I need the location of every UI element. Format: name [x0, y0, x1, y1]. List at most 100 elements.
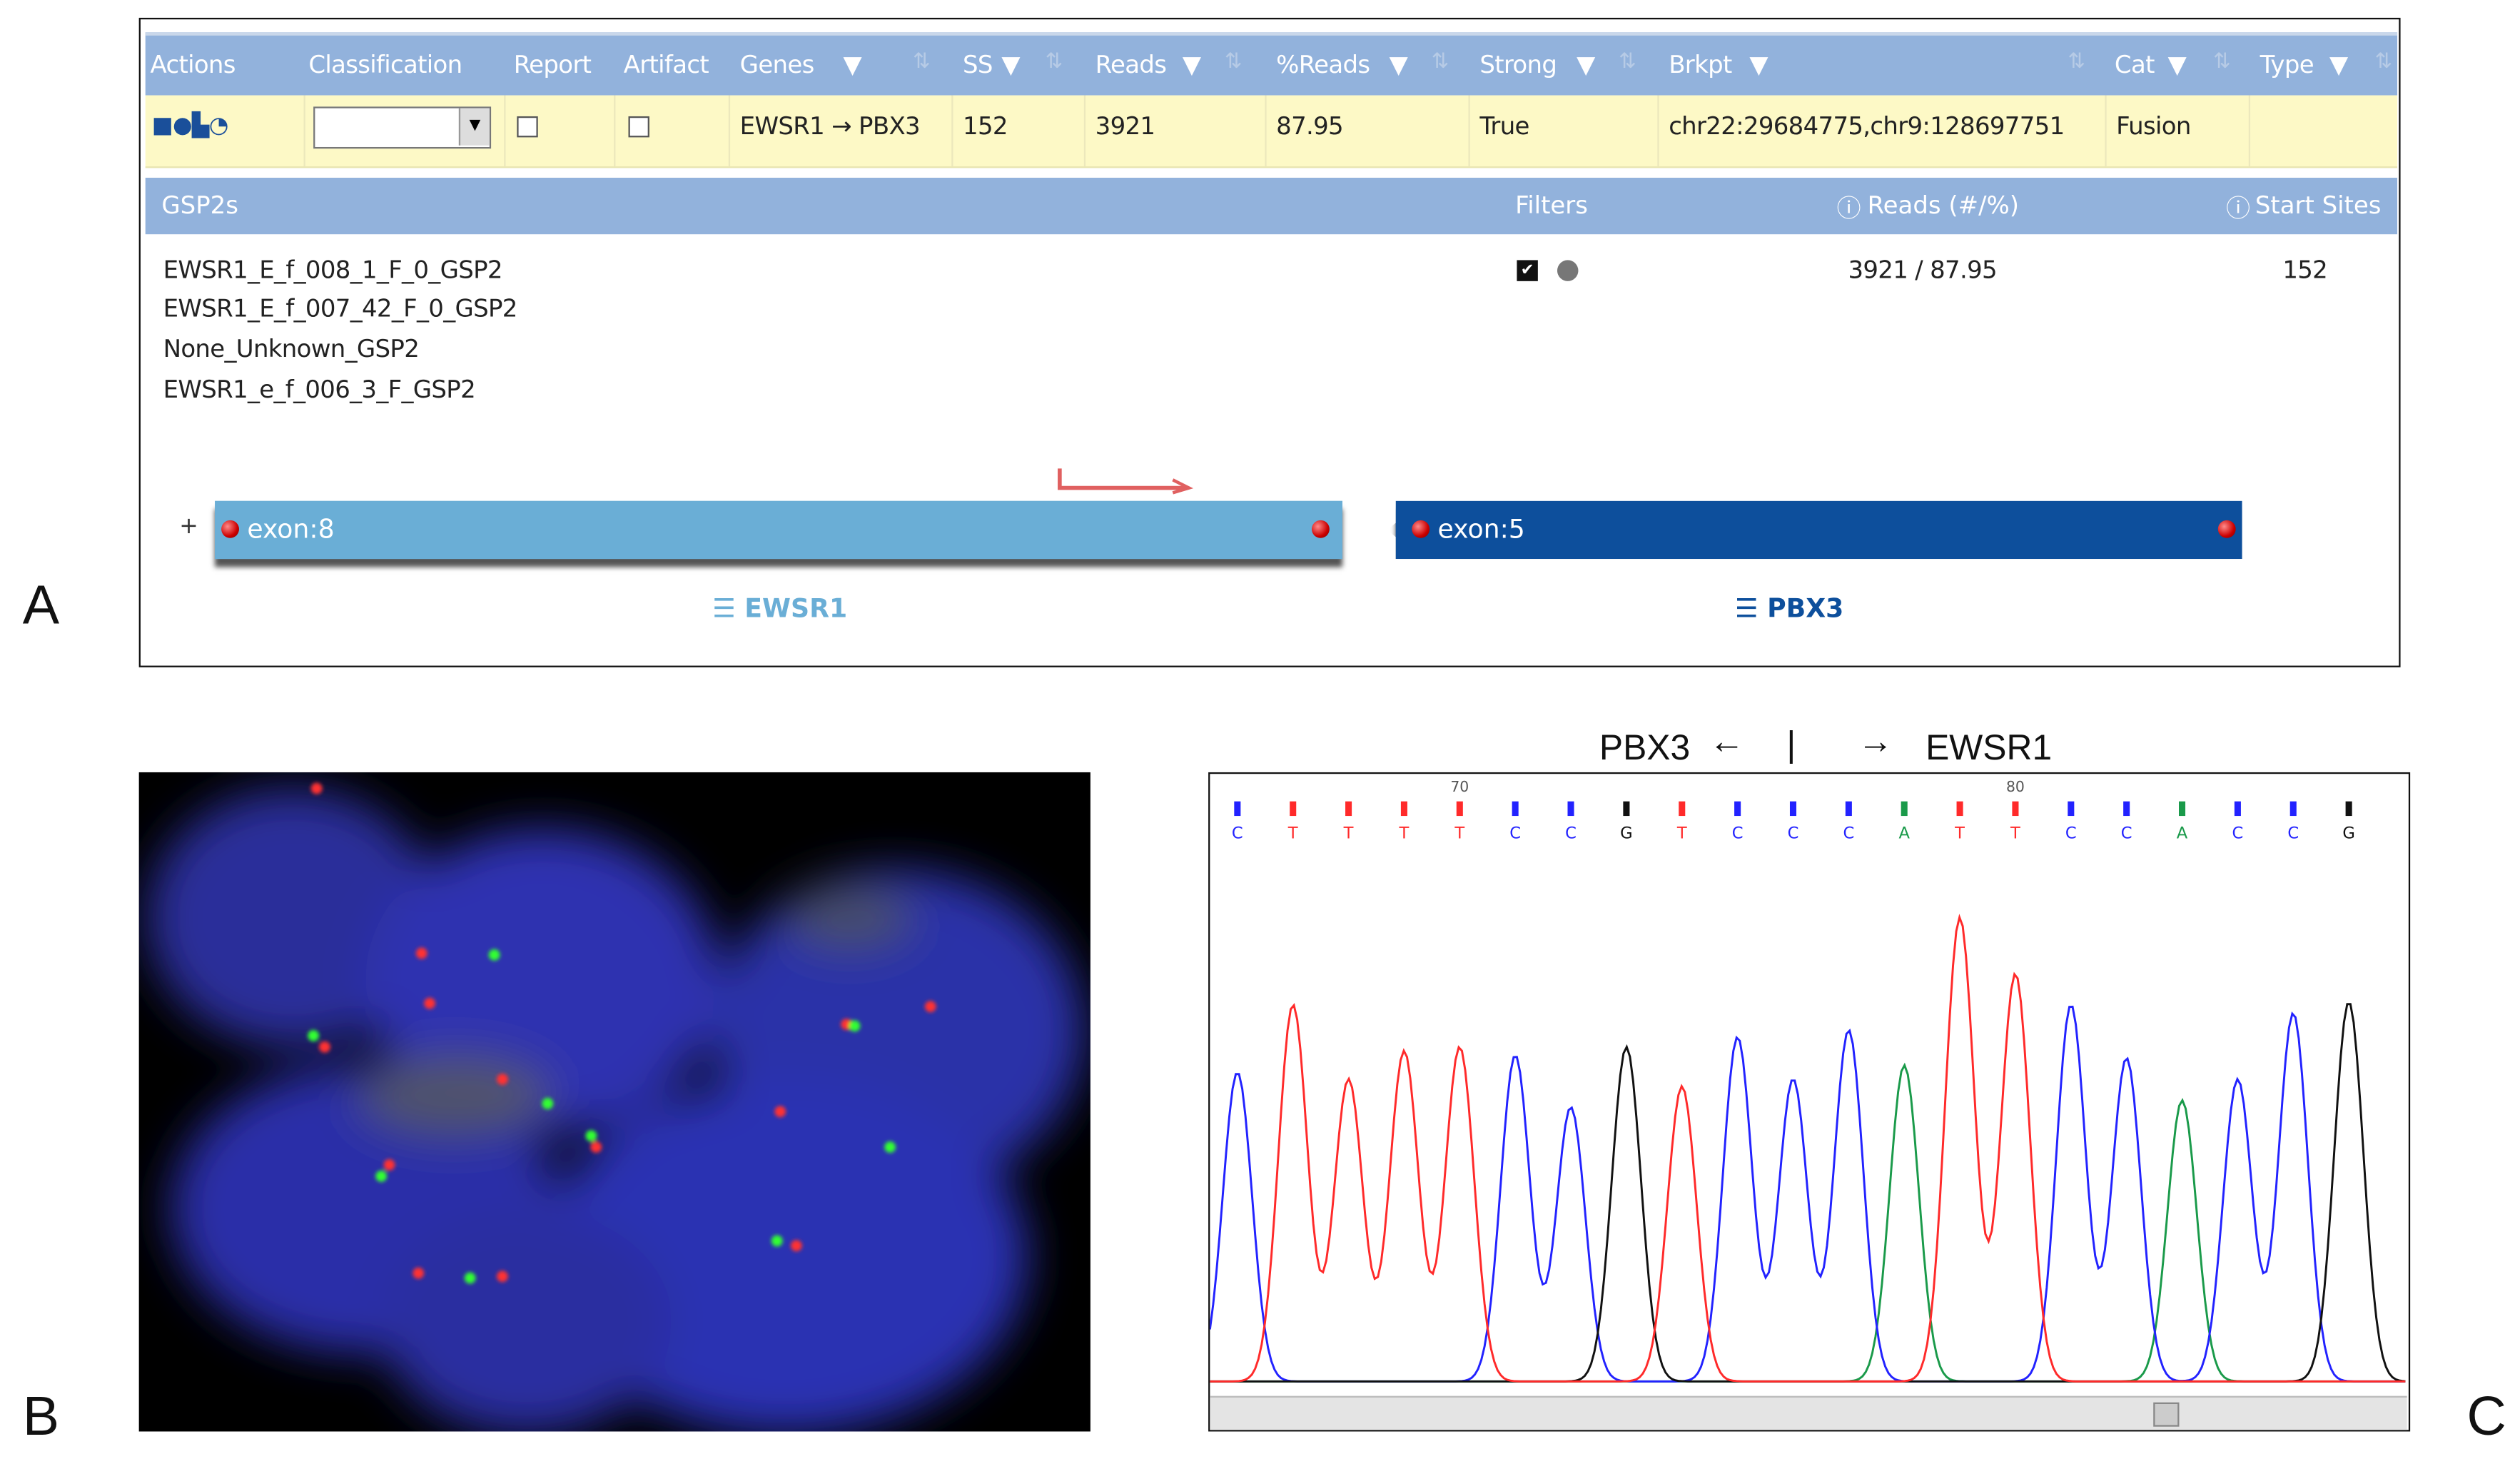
report-checkbox[interactable] [517, 116, 538, 138]
filter-icon[interactable]: ▼ [1577, 50, 1595, 79]
exon-right[interactable]: exon:5 [1395, 500, 2242, 560]
col-classification[interactable]: Classification [308, 50, 462, 79]
classification-select[interactable]: ▼ [313, 106, 492, 149]
fusion-table-row: ■●▙◔ ▼ EWSR1 → PBX3 152 3921 87.95 True … [145, 95, 2398, 168]
filter-icon[interactable]: ▼ [1749, 50, 1768, 79]
col-actions[interactable]: Actions [151, 50, 236, 79]
scrollbar-thumb[interactable] [2153, 1402, 2180, 1427]
sort-icon[interactable]: ⇅ [2374, 50, 2392, 74]
filters-header: Filters [1515, 191, 1588, 220]
gsp2-start-sites: 152 [2282, 255, 2328, 285]
checked-checkbox-icon[interactable]: ✔ [1517, 260, 1538, 281]
reads-cell: 3921 [1095, 111, 1155, 141]
fusion-table-header: Actions Classification Report Artifact G… [145, 32, 2398, 96]
base-call-bar [1234, 801, 1241, 817]
sort-icon[interactable]: ⇅ [2213, 50, 2231, 74]
brkpt-cell: chr22:29684775,chr9:128697751 [1669, 111, 2065, 141]
col-strong[interactable]: Strong [1479, 50, 1557, 79]
gene-link-pbx3[interactable]: ☰ PBX3 [1735, 593, 1843, 624]
filter-icon[interactable]: ▼ [2329, 50, 2348, 79]
list-icon: ☰ [1734, 592, 1768, 624]
chevron-down-icon[interactable]: ▼ [458, 108, 490, 146]
trace-C [1210, 1005, 2406, 1383]
base-call-label: C [1232, 824, 1243, 843]
info-icon[interactable]: ⓘ [2226, 191, 2250, 225]
position-tick-label: 70 [1450, 778, 1469, 795]
filter-icon[interactable]: ▼ [1390, 50, 1408, 79]
pie-icon[interactable]: ◔ [209, 113, 229, 138]
filter-icon[interactable]: ▼ [844, 50, 862, 79]
info-icon[interactable]: ⓘ [1837, 191, 1861, 225]
col-type[interactable]: Type [2260, 50, 2314, 79]
base-call-label: C [1843, 824, 1854, 843]
comments-icon[interactable]: ● [173, 113, 193, 138]
fish-signal-dot [310, 782, 323, 794]
start-sites-header: Start Sites [2255, 191, 2382, 220]
exon-right-label: exon:5 [1437, 513, 1525, 545]
base-call-label: C [2065, 824, 2077, 843]
artifact-checkbox[interactable] [628, 116, 649, 138]
base-call-bar [2179, 801, 2186, 817]
sort-icon[interactable]: ⇅ [1431, 50, 1449, 74]
sort-icon[interactable]: ⇅ [2068, 50, 2085, 74]
base-call-label: C [1509, 824, 1521, 843]
base-call-bar [2234, 801, 2241, 817]
base-call-label: C [1788, 824, 1799, 843]
reads-header: Reads (#/%) [1867, 191, 2020, 220]
list-icon: ☰ [712, 592, 745, 624]
sort-icon[interactable]: ⇅ [1225, 50, 1243, 74]
fish-signal-dot [488, 949, 500, 961]
col-brkpt[interactable]: Brkpt [1669, 50, 1732, 79]
fish-signal-dot [413, 1267, 425, 1279]
base-call-bar [2289, 801, 2297, 817]
base-call-bar [1456, 801, 1463, 817]
base-call-label: T [1454, 824, 1464, 843]
horizontal-scrollbar[interactable] [1210, 1395, 2407, 1430]
base-call-bar [2068, 801, 2075, 817]
filter-icon[interactable]: ▼ [1183, 50, 1201, 79]
base-call-bar [1512, 801, 1519, 817]
col-pct-reads[interactable]: %Reads [1276, 50, 1370, 79]
sort-icon[interactable]: ⇅ [1045, 50, 1063, 74]
col-ss[interactable]: SS [963, 50, 993, 79]
col-genes[interactable]: Genes [740, 50, 815, 79]
primer-item: None_Unknown_GSP2 [163, 334, 420, 364]
base-call-label: T [2010, 824, 2020, 843]
arrow-left-icon: ← [1709, 720, 1745, 762]
base-call-bar [1623, 801, 1630, 817]
exon-left[interactable]: exon:8 [215, 500, 1342, 560]
base-call-bar [2345, 801, 2352, 817]
base-call-bar [2012, 801, 2019, 817]
fish-signal-dot [590, 1141, 602, 1154]
panel-label-b: B [22, 1386, 60, 1448]
col-reads[interactable]: Reads [1095, 50, 1167, 79]
col-report[interactable]: Report [514, 50, 592, 79]
col-cat[interactable]: Cat [2115, 50, 2155, 79]
sort-icon[interactable]: ⇅ [1619, 50, 1636, 74]
filter-icon[interactable]: ▼ [2168, 50, 2187, 79]
circle-icon[interactable] [1557, 260, 1579, 281]
base-call-label: T [1676, 824, 1687, 843]
gene-left-label: EWSR1 [744, 592, 848, 624]
fish-signal-dot [585, 1130, 597, 1142]
base-call-label: C [1565, 824, 1577, 843]
col-artifact[interactable]: Artifact [624, 50, 709, 79]
ewsr1-label: EWSR1 [1926, 727, 2053, 768]
fish-signal-dot [308, 1029, 320, 1041]
sort-icon[interactable]: ⇅ [913, 50, 931, 74]
strong-cell: True [1479, 111, 1529, 141]
base-call-label: C [1732, 824, 1744, 843]
fish-micrograph [146, 782, 1084, 1432]
base-call-label: A [2177, 824, 2188, 843]
save-icon[interactable]: ■ [152, 113, 173, 138]
base-call-label: G [1620, 824, 1633, 843]
chart-icon[interactable]: ▙ [192, 113, 209, 138]
gene-link-ewsr1[interactable]: ☰ EWSR1 [712, 593, 847, 624]
fish-signal-dot [497, 1074, 508, 1085]
base-call-label: T [1954, 824, 1965, 843]
primer-item: EWSR1_E_f_007_42_F_0_GSP2 [163, 293, 518, 323]
base-call-bar [1290, 801, 1297, 817]
ss-cell: 152 [963, 111, 1008, 141]
base-call-label: C [2121, 824, 2132, 843]
filter-icon[interactable]: ▼ [1001, 50, 1020, 79]
